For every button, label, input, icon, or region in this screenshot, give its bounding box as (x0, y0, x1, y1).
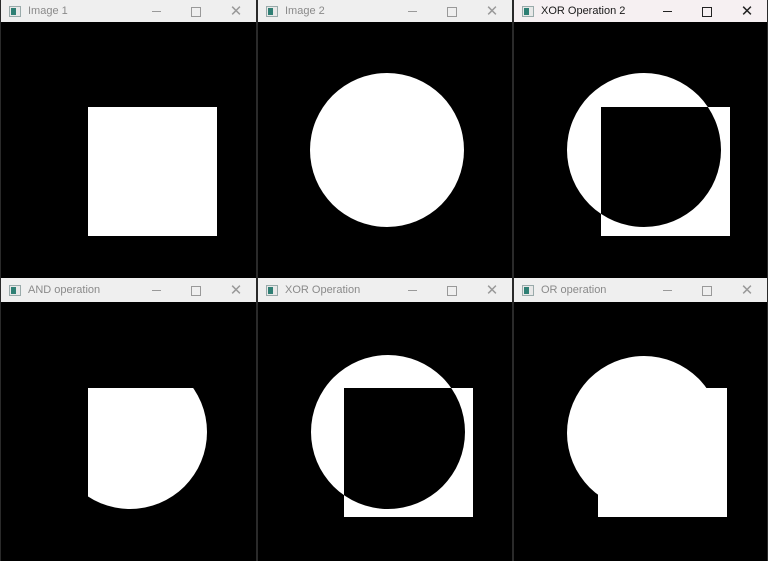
image-and (88, 388, 207, 509)
or-square-part (598, 388, 727, 517)
close-button[interactable]: ✕ (472, 281, 512, 299)
minimize-button[interactable] (136, 4, 176, 18)
window-and-operation: AND operation ✕ (0, 278, 257, 561)
minimize-icon (407, 11, 417, 13)
title-bar[interactable]: XOR Operation 2 ✕ (514, 0, 767, 22)
image-canvas (514, 22, 767, 278)
xor-shape (311, 354, 473, 517)
maximize-button[interactable] (176, 283, 216, 297)
minimize-button[interactable] (647, 4, 687, 18)
and-shape (88, 388, 207, 509)
close-button[interactable]: ✕ (472, 2, 512, 20)
image-canvas (1, 22, 256, 278)
app-icon (9, 284, 21, 296)
app-icon (522, 5, 534, 17)
window-title: XOR Operation 2 (541, 5, 626, 17)
image-canvas (514, 302, 767, 561)
app-icon (266, 284, 278, 296)
title-bar[interactable]: XOR Operation ✕ (258, 278, 512, 302)
minimize-button[interactable] (647, 283, 687, 297)
window-title: AND operation (28, 284, 101, 296)
maximize-icon (447, 6, 457, 17)
window-title: OR operation (541, 284, 607, 296)
minimize-button[interactable] (392, 283, 432, 297)
window-xor-operation: XOR Operation ✕ (257, 278, 513, 561)
window-title: XOR Operation (285, 284, 361, 296)
maximize-icon (191, 285, 201, 296)
circle-shape (310, 73, 464, 227)
xor-shape (567, 72, 730, 236)
image-canvas (258, 22, 512, 278)
window-image-2: Image 2 ✕ (257, 0, 513, 278)
image-or (567, 356, 727, 517)
window-or-operation: OR operation ✕ (513, 278, 768, 561)
image-circle (310, 73, 464, 227)
maximize-icon (702, 6, 712, 17)
app-icon (266, 5, 278, 17)
window-image-1: Image 1 ✕ (0, 0, 257, 278)
image-canvas (258, 302, 512, 561)
maximize-button[interactable] (432, 4, 472, 18)
close-button[interactable]: ✕ (216, 2, 256, 20)
title-bar[interactable]: OR operation ✕ (514, 278, 767, 302)
maximize-icon (191, 6, 201, 17)
maximize-icon (447, 285, 457, 296)
minimize-button[interactable] (136, 283, 176, 297)
maximize-button[interactable] (176, 4, 216, 18)
image-square (88, 107, 217, 236)
minimize-icon (407, 290, 417, 292)
maximize-button[interactable] (432, 283, 472, 297)
maximize-button[interactable] (687, 4, 727, 18)
window-xor-operation-2: XOR Operation 2 ✕ (513, 0, 768, 278)
title-bar[interactable]: Image 2 ✕ (258, 0, 512, 22)
title-bar[interactable]: AND operation ✕ (1, 278, 256, 302)
minimize-icon (151, 11, 161, 13)
close-button[interactable]: ✕ (727, 281, 767, 299)
window-title: Image 2 (285, 5, 325, 17)
minimize-icon (151, 290, 161, 292)
close-button[interactable]: ✕ (727, 2, 767, 20)
image-xor (311, 354, 473, 517)
title-bar[interactable]: Image 1 ✕ (1, 0, 256, 22)
maximize-icon (702, 285, 712, 296)
maximize-button[interactable] (687, 283, 727, 297)
minimize-icon (662, 290, 672, 292)
app-icon (522, 284, 534, 296)
window-title: Image 1 (28, 5, 68, 17)
minimize-button[interactable] (392, 4, 432, 18)
image-canvas (1, 302, 256, 561)
app-icon (9, 5, 21, 17)
square-shape (88, 107, 217, 236)
image-xor-2 (567, 72, 730, 236)
close-button[interactable]: ✕ (216, 281, 256, 299)
minimize-icon (662, 11, 672, 13)
